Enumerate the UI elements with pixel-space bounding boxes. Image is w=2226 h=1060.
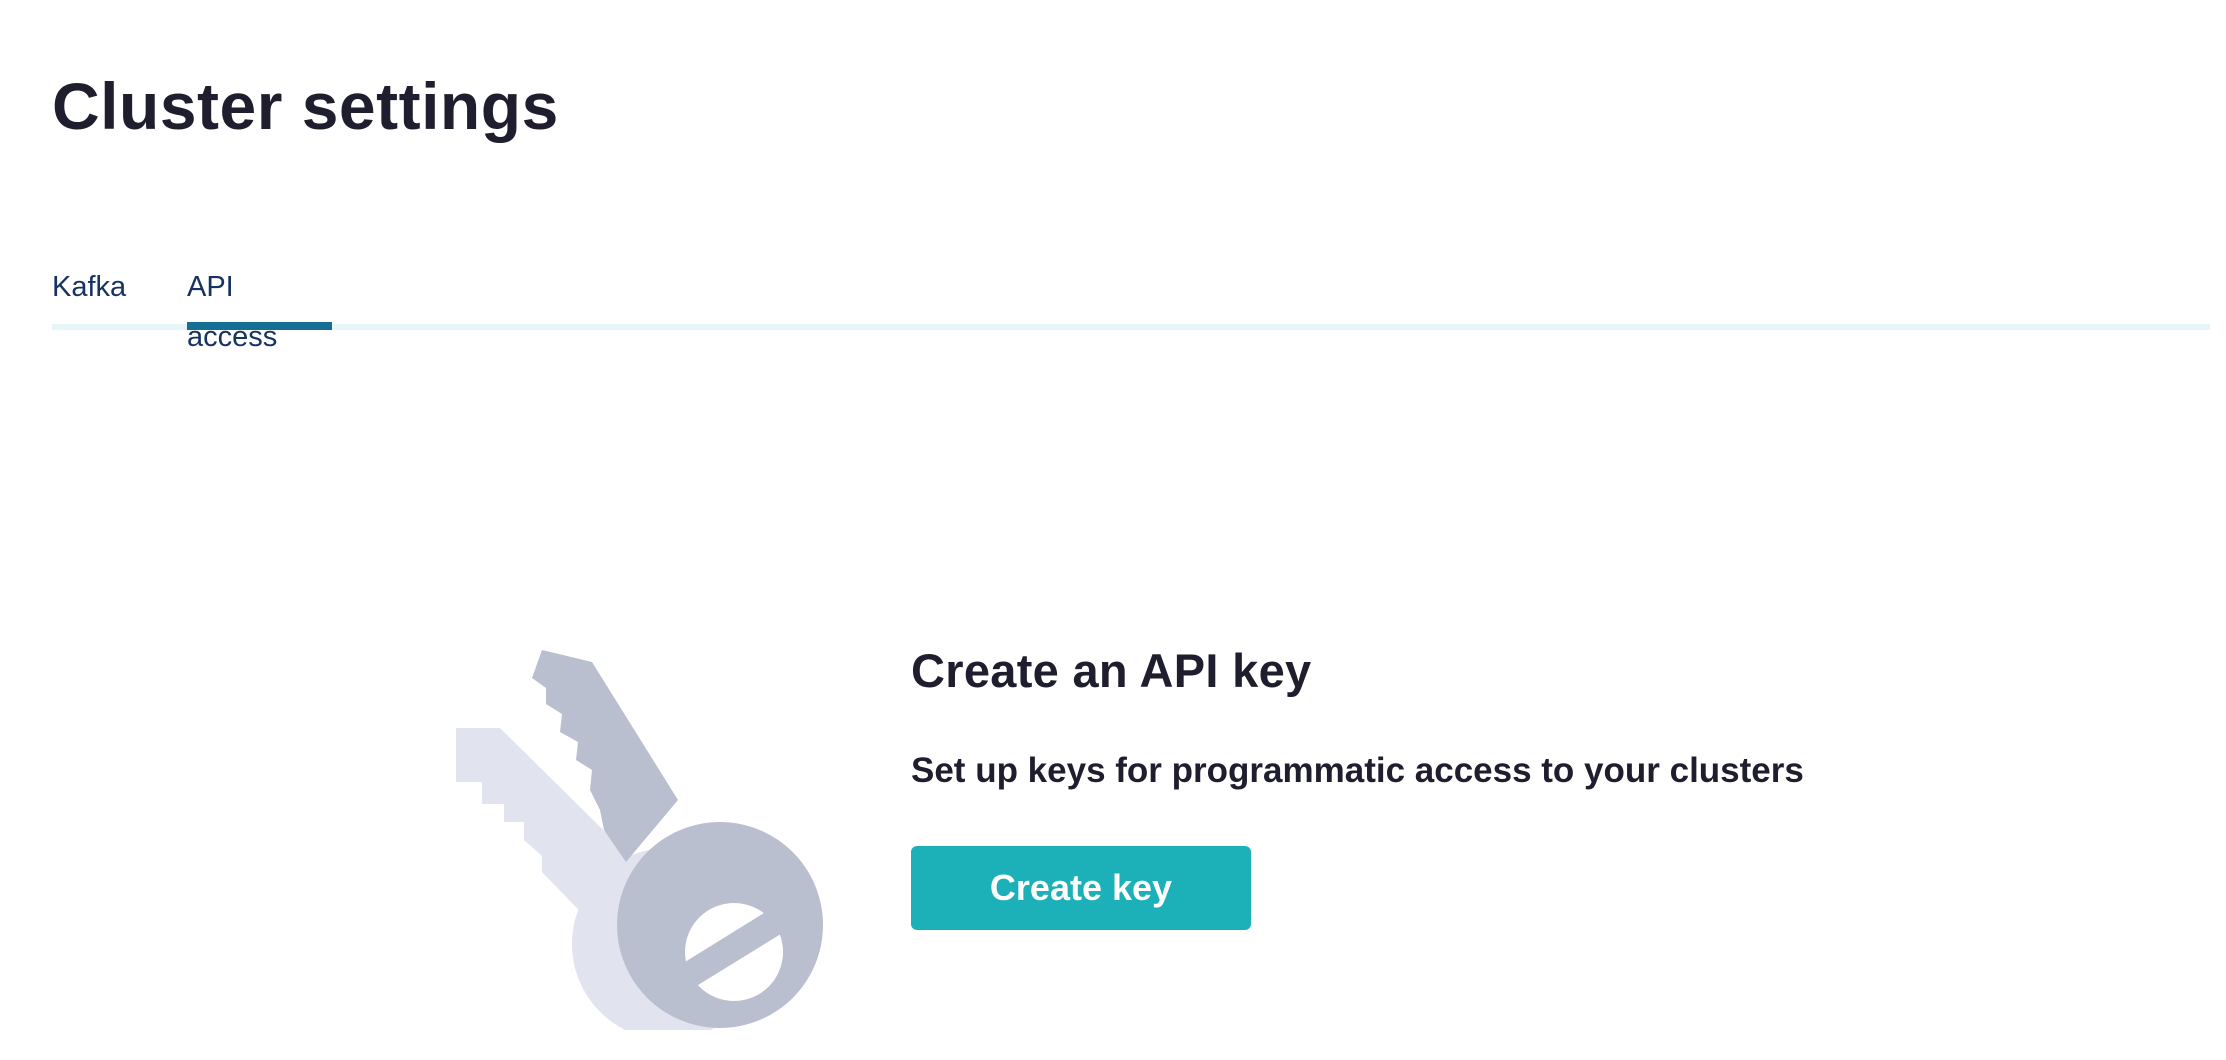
create-key-button[interactable]: Create key bbox=[911, 846, 1251, 930]
tab-label: Kafka bbox=[52, 271, 127, 303]
tab-label: API access bbox=[187, 271, 278, 353]
keys-icon bbox=[456, 650, 823, 1030]
page-title: Cluster settings bbox=[52, 69, 559, 143]
tab-kafka[interactable]: Kafka bbox=[52, 262, 128, 330]
active-tab-indicator bbox=[187, 322, 332, 330]
tabs-track bbox=[52, 324, 2210, 330]
empty-state-title: Create an API key bbox=[911, 644, 1312, 697]
empty-state-subtitle: Set up keys for programmatic access to y… bbox=[911, 751, 1804, 790]
empty-state: Create an API key Set up keys for progra… bbox=[911, 636, 1804, 930]
tab-api-access[interactable]: API access bbox=[187, 262, 332, 353]
settings-tabs: Kafka API access bbox=[52, 262, 2210, 353]
cluster-settings-page: Cluster settings Kafka API access Create… bbox=[0, 0, 2226, 1060]
